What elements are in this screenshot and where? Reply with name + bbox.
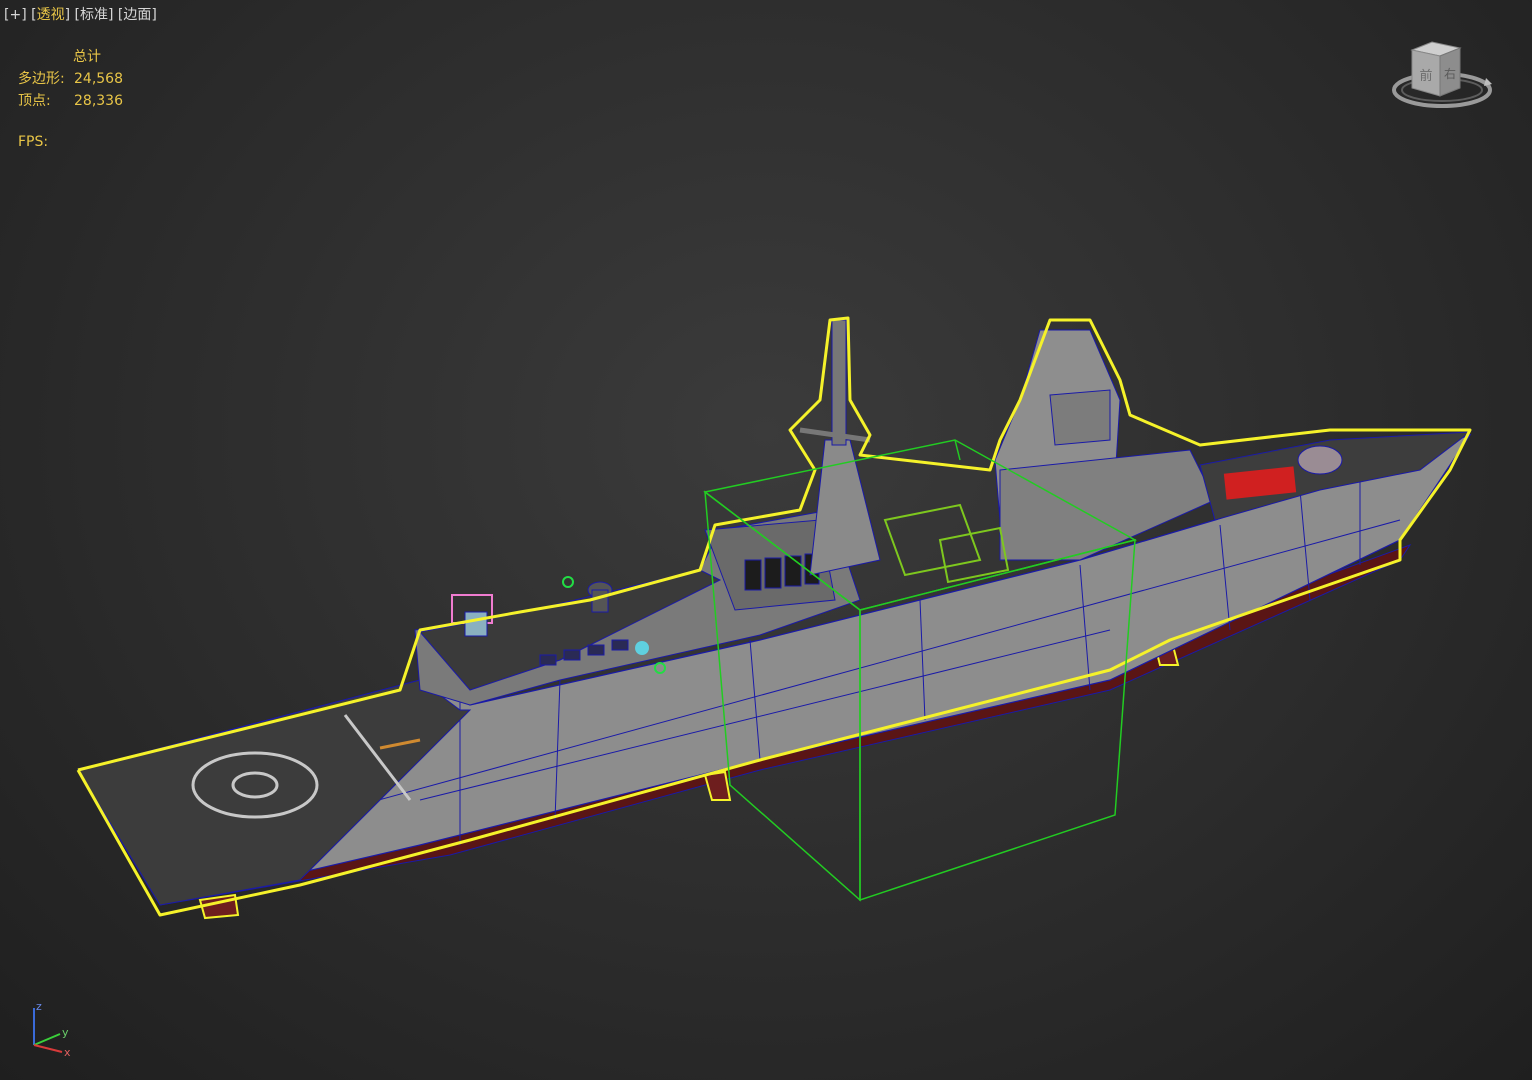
viewport-scene[interactable] <box>0 0 1532 1080</box>
main-gun <box>1297 445 1343 475</box>
axis-x-label: x <box>64 1046 71 1059</box>
radar-face <box>1049 389 1111 446</box>
keel-fin-mid <box>703 770 732 801</box>
axis-tripod: z y x <box>33 1000 71 1059</box>
mast-top <box>831 319 847 446</box>
missile-launchers[interactable] <box>883 503 1010 584</box>
axis-y-label: y <box>62 1026 69 1039</box>
fore-mast[interactable] <box>809 439 881 576</box>
axis-z-label: z <box>36 1000 42 1013</box>
